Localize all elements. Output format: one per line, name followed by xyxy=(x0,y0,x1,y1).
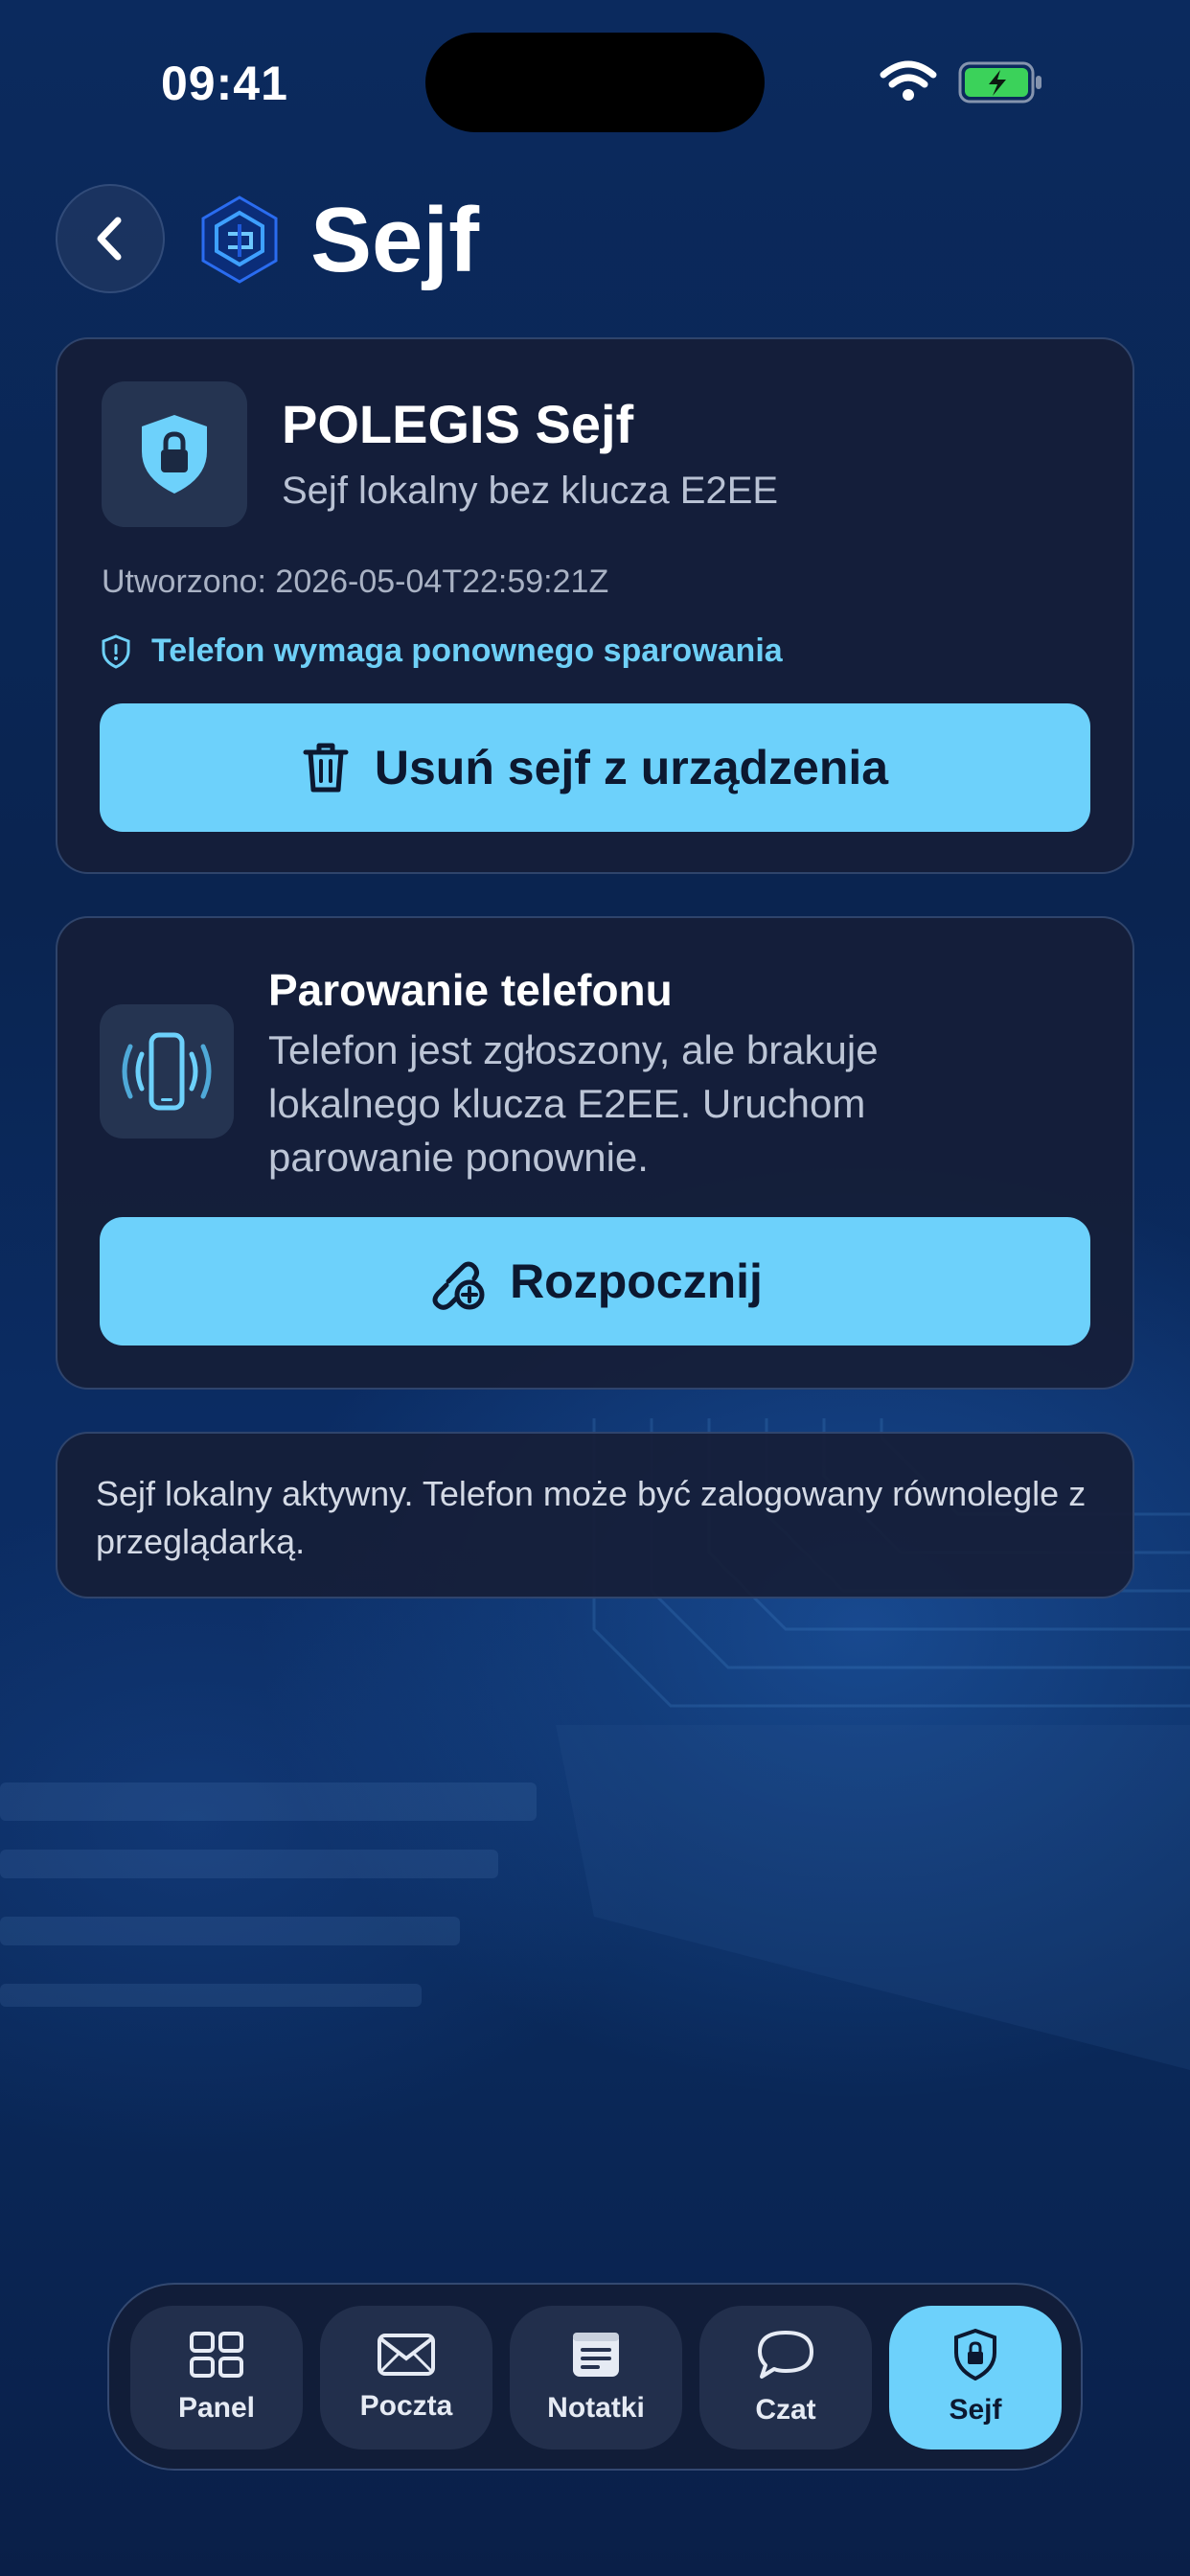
tab-chat[interactable]: Czat xyxy=(699,2306,872,2450)
link-add-icon xyxy=(432,1261,485,1310)
tab-panel[interactable]: Panel xyxy=(130,2306,303,2450)
polegis-logo-icon xyxy=(199,196,280,288)
vault-icon-tile xyxy=(102,381,247,527)
vault-title: POLEGIS Sejf xyxy=(282,394,634,454)
shield-lock-icon xyxy=(142,415,207,494)
chevron-left-icon xyxy=(97,217,122,261)
start-pairing-button[interactable]: Rozpocznij xyxy=(100,1217,1090,1346)
pairing-warning: Telefon wymaga ponownego sparowania xyxy=(102,632,783,670)
tab-chat-label: Czat xyxy=(755,2394,816,2426)
info-text: Sejf lokalny aktywny. Telefon może być z… xyxy=(96,1474,1087,1561)
pairing-description: Telefon jest zgłoszony, ale brakuje loka… xyxy=(268,1027,879,1180)
wifi-icon xyxy=(880,59,937,106)
mail-icon xyxy=(378,2334,435,2376)
status-time: 09:41 xyxy=(161,57,288,110)
tab-mail[interactable]: Poczta xyxy=(320,2306,492,2450)
tab-panel-label: Panel xyxy=(177,2392,256,2424)
tab-notes-label: Notatki xyxy=(547,2392,645,2424)
vault-created-date: Utworzono: 2026-05-04T22:59:21Z xyxy=(102,564,609,600)
battery-charging-icon xyxy=(958,61,1044,108)
delete-vault-label: Usuń sejf z urządzenia xyxy=(374,741,889,794)
trash-icon xyxy=(303,743,349,793)
tab-vault[interactable]: Sejf xyxy=(889,2306,1062,2450)
tab-notes[interactable]: Notatki xyxy=(510,2306,682,2450)
delete-vault-button[interactable]: Usuń sejf z urządzenia xyxy=(100,703,1090,832)
pairing-warning-text: Telefon wymaga ponownego sparowania xyxy=(151,632,783,669)
notes-icon xyxy=(573,2333,619,2377)
pairing-title: Parowanie telefonu xyxy=(268,965,673,1015)
phone-signal-icon xyxy=(122,1032,212,1111)
pairing-icon-tile xyxy=(100,1004,234,1138)
grid-icon xyxy=(190,2332,243,2378)
tab-mail-label: Poczta xyxy=(359,2390,453,2422)
page-title: Sejf xyxy=(310,189,480,291)
info-card: Sejf lokalny aktywny. Telefon może być z… xyxy=(56,1432,1134,1598)
start-pairing-label: Rozpocznij xyxy=(510,1254,763,1308)
back-button[interactable] xyxy=(56,184,165,293)
vault-card: POLEGIS Sejf Sejf lokalny bez klucza E2E… xyxy=(56,337,1134,874)
tab-vault-label: Sejf xyxy=(949,2394,1002,2426)
shield-lock-icon xyxy=(954,2329,996,2380)
chat-bubble-icon xyxy=(758,2331,813,2379)
dynamic-island xyxy=(425,33,765,132)
vault-subtitle: Sejf lokalny bez klucza E2EE xyxy=(282,470,779,512)
pairing-card: Parowanie telefonu Telefon jest zgłoszon… xyxy=(56,916,1134,1390)
shield-alert-icon xyxy=(102,633,130,669)
tab-bar: Panel Poczta Notatki Czat Sejf xyxy=(107,2283,1083,2471)
